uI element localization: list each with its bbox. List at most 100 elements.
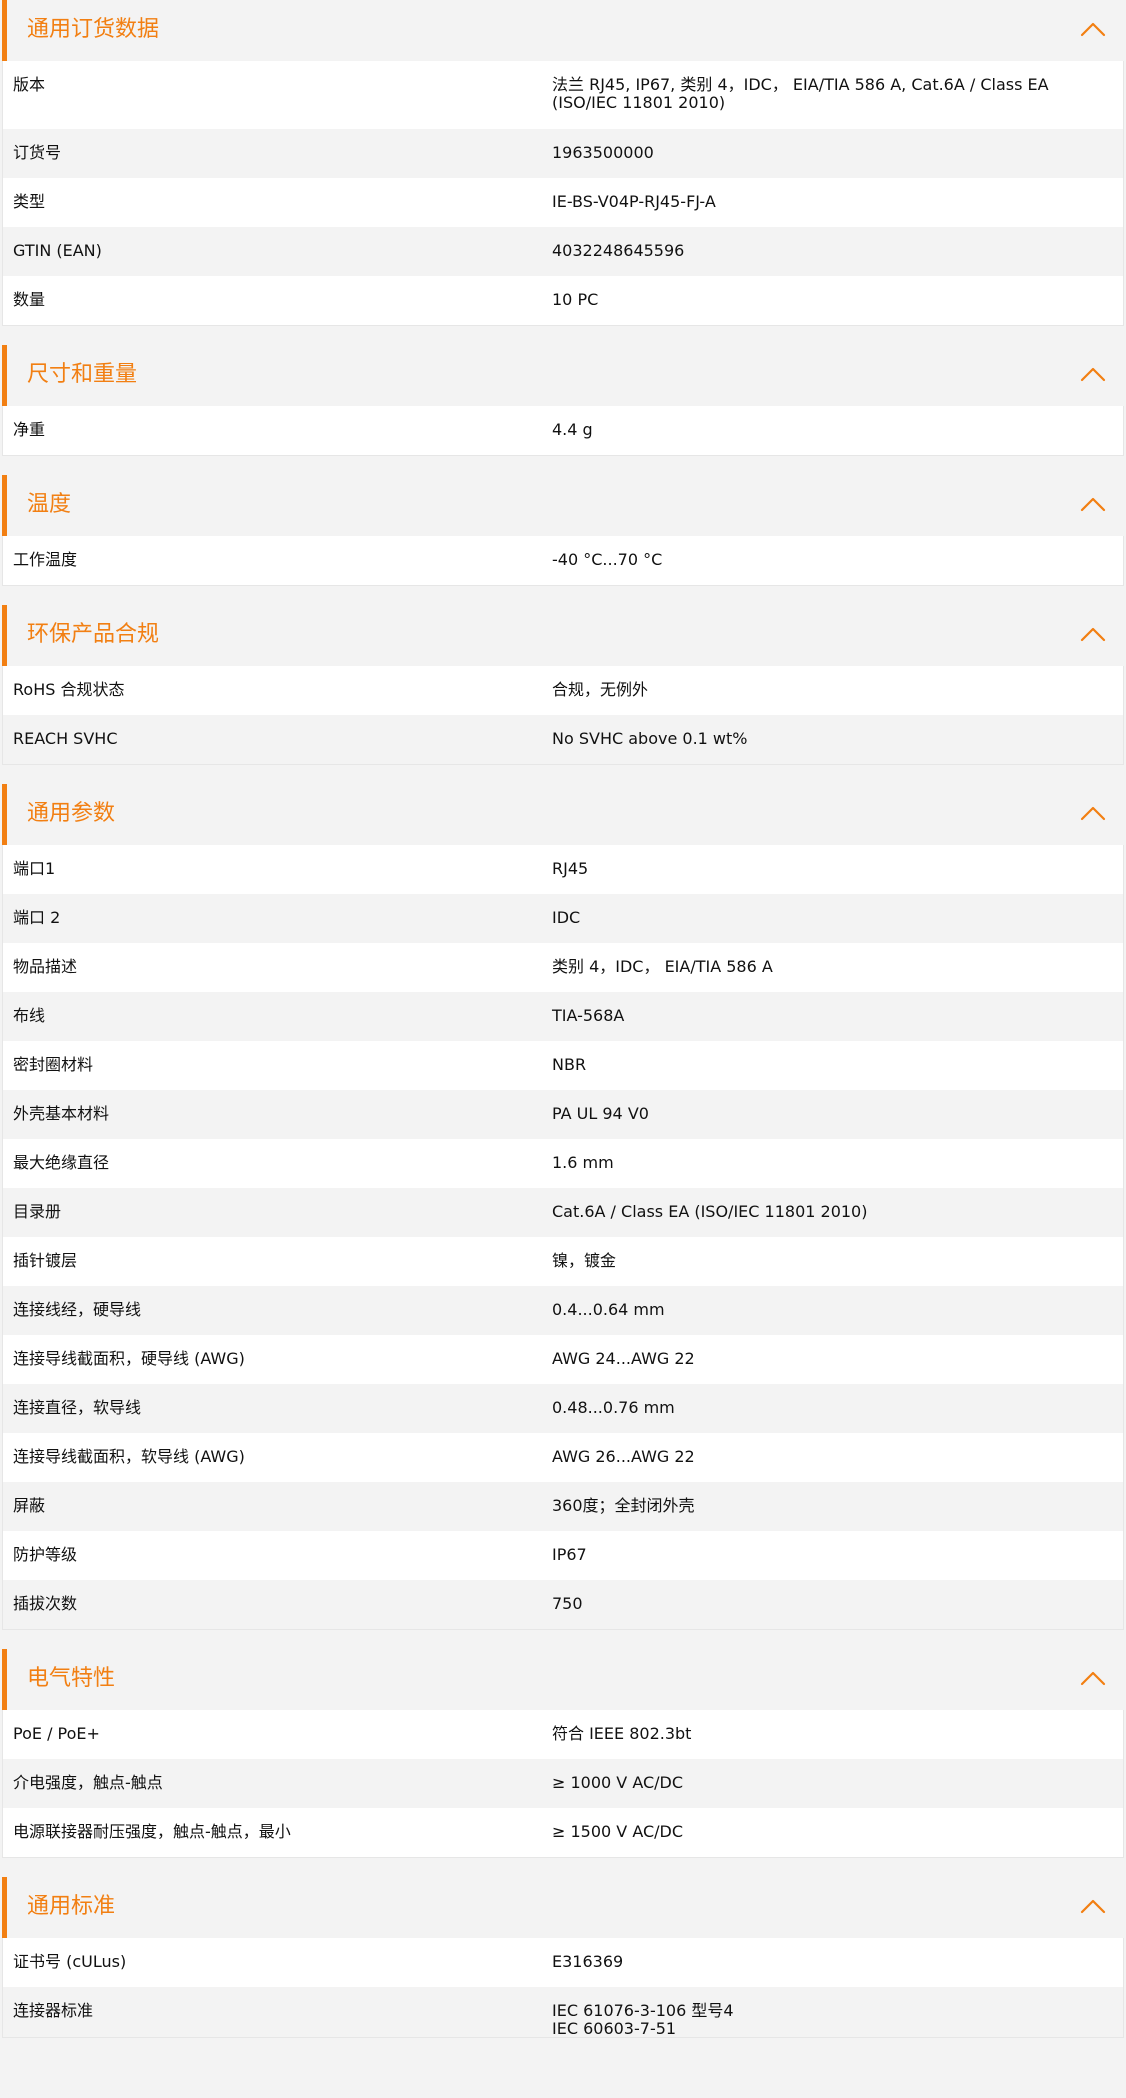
spec-value: PA UL 94 V0 <box>552 1105 1103 1123</box>
spec-value-line: 镍，镀金 <box>552 1251 617 1270</box>
section-general: 通用参数端口1 RJ45 端口 2 IDC 物品描述 类别 4，IDC， EIA/TIA … <box>2 784 1124 1630</box>
spec-value-line: 符合 IEEE 802.3bt <box>552 1724 692 1743</box>
spec-value: No SVHC above 0.1 wt% <box>552 730 1103 748</box>
chevron-up-icon[interactable] <box>1080 625 1106 643</box>
spec-row: 连接直径，软导线 0.48...0.76 mm <box>3 1384 1123 1433</box>
spec-value-line: ≥ 1000 V AC/DC <box>552 1773 684 1792</box>
section-body: 工作温度 -40 °C...70 °C <box>2 536 1124 586</box>
spec-label: 工作温度 <box>13 550 78 569</box>
chevron-up-icon[interactable] <box>1080 1669 1106 1687</box>
spec-label: 端口 2 <box>13 908 61 927</box>
spec-label: REACH SVHC <box>13 729 118 748</box>
spec-label: 数量 <box>13 290 46 309</box>
spec-value: 类别 4，IDC， EIA/TIA 586 A <box>552 958 1103 976</box>
section-body: 版本 法兰 RJ45, IP67, 类别 4，IDC， EIA/TIA 586 A… <box>2 61 1124 326</box>
spec-label: 版本 <box>13 75 46 94</box>
chevron-up-icon[interactable] <box>1080 365 1106 383</box>
spec-value-line: 0.4...0.64 mm <box>552 1300 665 1319</box>
chevron-up-icon[interactable] <box>1080 804 1106 822</box>
chevron-up-icon[interactable] <box>1080 1897 1106 1915</box>
spec-value-line: IDC <box>552 908 581 927</box>
spec-row: 最大绝缘直径 1.6 mm <box>3 1139 1123 1188</box>
spec-value-line: AWG 24...AWG 22 <box>552 1349 695 1368</box>
spec-value: 750 <box>552 1595 1103 1613</box>
section-temperature: 温度工作温度 -40 °C...70 °C <box>2 475 1124 586</box>
chevron-up-icon[interactable] <box>1080 495 1106 513</box>
spec-value-line: E316369 <box>552 1952 624 1971</box>
spec-value-line: 10 PC <box>552 290 599 309</box>
spec-value-line: No SVHC above 0.1 wt% <box>552 729 748 748</box>
spec-label: 净重 <box>13 420 46 439</box>
section-header-ordering[interactable]: 通用订货数据 <box>2 0 1124 61</box>
spec-value-line: IP67 <box>552 1545 587 1564</box>
spec-row: 订货号 1963500000 <box>3 129 1123 178</box>
section-header-dimensions[interactable]: 尺寸和重量 <box>2 345 1124 406</box>
spec-label: PoE / PoE+ <box>13 1724 100 1743</box>
section-header-temperature[interactable]: 温度 <box>2 475 1124 536</box>
spec-value: ≥ 1500 V AC/DC <box>552 1823 1103 1841</box>
spec-label: 布线 <box>13 1006 46 1025</box>
spec-value: 0.4...0.64 mm <box>552 1301 1103 1319</box>
spec-value: 1963500000 <box>552 144 1103 162</box>
spec-row: 介电强度，触点-触点 ≥ 1000 V AC/DC <box>3 1759 1123 1808</box>
spec-label: 密封圈材料 <box>13 1055 94 1074</box>
section-header-environmental[interactable]: 环保产品合规 <box>2 605 1124 666</box>
section-title: 通用参数 <box>27 801 116 826</box>
spec-row: 净重 4.4 g <box>3 406 1123 455</box>
section-header-general[interactable]: 通用参数 <box>2 784 1124 845</box>
section-title: 温度 <box>27 492 72 517</box>
spec-row: 端口1 RJ45 <box>3 845 1123 894</box>
section-standards: 通用标准证书号 (cULus) E316369 连接器标准 IEC 61076-3-1… <box>2 1877 1124 2038</box>
section-dimensions: 尺寸和重量净重 4.4 g <box>2 345 1124 456</box>
spec-row: 数量 10 PC <box>3 276 1123 325</box>
spec-label: 屏蔽 <box>13 1496 46 1515</box>
section-body: 证书号 (cULus) E316369 连接器标准 IEC 61076-3-106 型… <box>2 1938 1124 2038</box>
spec-value: IEC 61076-3-106 型号4 IEC 60603-7-51 <box>552 2002 1103 2038</box>
spec-row: 密封圈材料 NBR <box>3 1041 1123 1090</box>
section-ordering: 通用订货数据版本 法兰 RJ45, IP67, 类别 4，IDC， EIA/TIA… <box>2 0 1124 326</box>
spec-value: 1.6 mm <box>552 1154 1103 1172</box>
spec-value-line: 0.48...0.76 mm <box>552 1398 675 1417</box>
spec-value: ≥ 1000 V AC/DC <box>552 1774 1103 1792</box>
chevron-up-icon[interactable] <box>1080 20 1106 38</box>
spec-value: 合规，无例外 <box>552 681 1103 699</box>
spec-value: 360度；全封闭外壳 <box>552 1497 1103 1515</box>
spec-value: RJ45 <box>552 860 1103 878</box>
spec-value: Cat.6A / Class EA (ISO/IEC 11801 2010) <box>552 1203 1103 1221</box>
spec-row: 防护等级 IP67 <box>3 1531 1123 1580</box>
spec-value: 0.48...0.76 mm <box>552 1399 1103 1417</box>
spec-label: 连接线经，硬导线 <box>13 1300 142 1319</box>
spec-value-line: 4.4 g <box>552 420 593 439</box>
spec-label: 连接导线截面积，硬导线 (AWG) <box>13 1349 245 1368</box>
spec-value-line: TIA-568A <box>552 1006 625 1025</box>
spec-label: 证书号 (cULus) <box>13 1952 127 1971</box>
section-title: 通用订货数据 <box>27 17 160 42</box>
spec-value-line: -40 °C...70 °C <box>552 550 663 569</box>
section-header-electrical[interactable]: 电气特性 <box>2 1649 1124 1710</box>
spec-label: 类型 <box>13 192 46 211</box>
spec-value: -40 °C...70 °C <box>552 551 1103 569</box>
spec-label: 插针镀层 <box>13 1251 78 1270</box>
spec-label: 物品描述 <box>13 957 78 976</box>
spec-value: NBR <box>552 1056 1103 1074</box>
spec-value: 4032248645596 <box>552 242 1103 260</box>
spec-value-line: IEC 60603-7-51 <box>552 2019 677 2038</box>
spec-value-line: RJ45 <box>552 859 589 878</box>
spec-value: 镍，镀金 <box>552 1252 1103 1270</box>
spec-row: 插拔次数 750 <box>3 1580 1123 1629</box>
spec-value: TIA-568A <box>552 1007 1103 1025</box>
spec-row: 端口 2 IDC <box>3 894 1123 943</box>
spec-label: 插拔次数 <box>13 1594 78 1613</box>
spec-value: IDC <box>552 909 1103 927</box>
spec-label: 目录册 <box>13 1202 62 1221</box>
spec-row: REACH SVHC No SVHC above 0.1 wt% <box>3 715 1123 764</box>
spec-row: 连接导线截面积，软导线 (AWG) AWG 26...AWG 22 <box>3 1433 1123 1482</box>
spec-row: 证书号 (cULus) E316369 <box>3 1938 1123 1987</box>
spec-label: 防护等级 <box>13 1545 78 1564</box>
spec-value-line: PA UL 94 V0 <box>552 1104 649 1123</box>
spec-row: 工作温度 -40 °C...70 °C <box>3 536 1123 585</box>
section-header-standards[interactable]: 通用标准 <box>2 1877 1124 1938</box>
spec-label: 连接器标准 <box>13 2001 94 2020</box>
spec-row: GTIN (EAN) 4032248645596 <box>3 227 1123 276</box>
section-electrical: 电气特性 PoE / PoE+ 符合 IEEE 802.3bt 介电强度，触点-触点 ≥… <box>2 1649 1124 1858</box>
